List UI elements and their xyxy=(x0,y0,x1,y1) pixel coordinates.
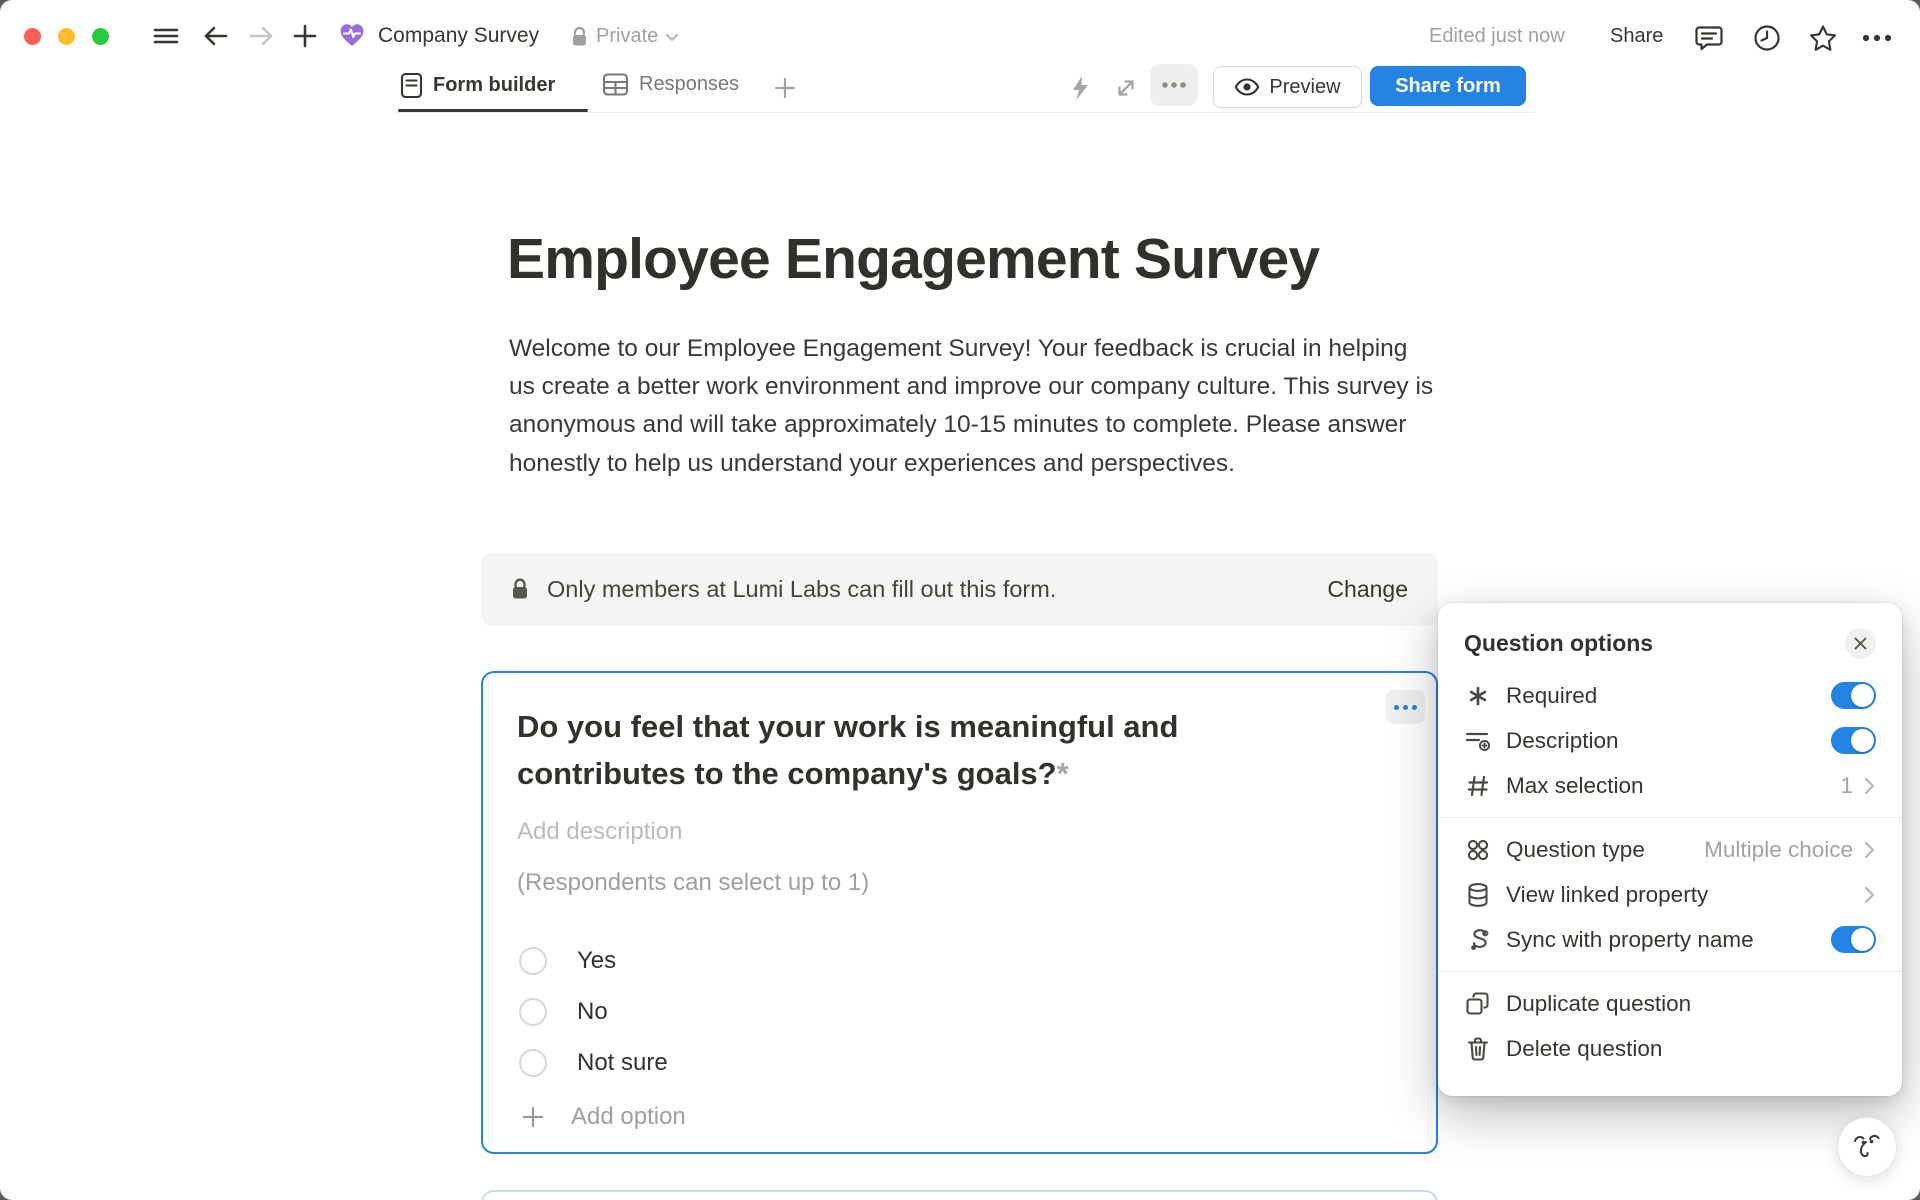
view-options-ellipsis-button[interactable] xyxy=(1150,64,1198,106)
close-icon[interactable] xyxy=(1845,628,1876,659)
question-options-ellipsis-button[interactable] xyxy=(1386,690,1425,724)
page-emoji-heart-pulse-icon xyxy=(338,21,366,54)
privacy-label: Private xyxy=(596,25,658,48)
radio-icon[interactable] xyxy=(519,998,547,1026)
required-toggle[interactable] xyxy=(1831,682,1876,709)
back-arrow-icon[interactable] xyxy=(202,23,230,49)
next-question-card-edge[interactable] xyxy=(481,1190,1438,1200)
question-card[interactable]: Do you feel that your work is meaningful… xyxy=(481,671,1438,1154)
edited-status: Edited just now xyxy=(1429,25,1565,48)
app-window: Company Survey Private Edited just now S… xyxy=(0,0,1920,1200)
active-tab-underline xyxy=(398,109,588,112)
add-option-button[interactable]: Add option xyxy=(521,1103,686,1131)
share-button[interactable]: Share xyxy=(1610,25,1663,48)
document-title[interactable]: Company Survey xyxy=(378,24,539,48)
history-clock-icon[interactable] xyxy=(1752,23,1782,53)
expand-arrows-icon[interactable] xyxy=(1112,74,1140,102)
tab-label: Form builder xyxy=(433,74,555,97)
menu-item-required[interactable]: Required xyxy=(1464,673,1876,718)
selection-limit-hint: (Respondents can select up to 1) xyxy=(517,869,869,897)
chevron-right-icon xyxy=(1863,840,1876,860)
menu-item-description[interactable]: Description xyxy=(1464,718,1876,763)
tab-form-builder[interactable]: Form builder xyxy=(400,72,555,99)
menu-divider xyxy=(1438,971,1902,972)
menu-item-sync-property-name[interactable]: Sync with property name xyxy=(1464,917,1876,962)
preview-label: Preview xyxy=(1269,76,1340,99)
option-row-yes[interactable]: Yes xyxy=(519,947,616,975)
forward-arrow-icon[interactable] xyxy=(247,23,275,49)
add-tab-icon[interactable] xyxy=(773,76,797,100)
lock-icon xyxy=(570,26,589,48)
question-options-menu: Question options Required Description xyxy=(1438,603,1902,1096)
chevron-down-icon xyxy=(665,32,679,42)
trash-icon xyxy=(1464,1035,1491,1062)
close-window-button[interactable] xyxy=(24,28,41,45)
change-access-button[interactable]: Change xyxy=(1327,576,1408,603)
notion-ai-button[interactable] xyxy=(1837,1117,1897,1177)
comments-icon[interactable] xyxy=(1694,23,1724,53)
menu-item-duplicate-question[interactable]: Duplicate question xyxy=(1464,981,1876,1026)
sync-icon xyxy=(1464,926,1491,953)
option-row-not-sure[interactable]: Not sure xyxy=(519,1049,668,1077)
description-icon xyxy=(1464,727,1491,754)
radio-icon[interactable] xyxy=(519,947,547,975)
menu-item-delete-question[interactable]: Delete question xyxy=(1464,1026,1876,1071)
share-form-button[interactable]: Share form xyxy=(1370,66,1526,106)
menu-item-view-linked-property[interactable]: View linked property xyxy=(1464,872,1876,917)
automations-lightning-icon[interactable] xyxy=(1068,74,1092,102)
option-row-no[interactable]: No xyxy=(519,998,608,1026)
duplicate-icon xyxy=(1464,990,1491,1017)
favorite-star-icon[interactable] xyxy=(1807,23,1839,53)
responses-table-icon xyxy=(602,72,629,97)
menu-item-max-selection[interactable]: Max selection 1 xyxy=(1464,763,1876,808)
database-icon xyxy=(1464,881,1491,908)
privacy-badge[interactable]: Private xyxy=(570,25,679,48)
asterisk-icon xyxy=(1464,682,1491,709)
ai-face-icon xyxy=(1851,1130,1883,1164)
preview-button[interactable]: Preview xyxy=(1213,66,1362,108)
zoom-window-button[interactable] xyxy=(92,28,109,45)
access-banner: Only members at Lumi Labs can fill out t… xyxy=(481,553,1438,626)
menu-item-question-type[interactable]: Question type Multiple choice xyxy=(1464,827,1876,872)
tab-responses[interactable]: Responses xyxy=(602,72,739,97)
question-title[interactable]: Do you feel that your work is meaningful… xyxy=(517,703,1327,797)
minimize-window-button[interactable] xyxy=(58,28,75,45)
hash-icon xyxy=(1464,772,1491,799)
form-description[interactable]: Welcome to our Employee Engagement Surve… xyxy=(509,330,1439,483)
sync-property-toggle[interactable] xyxy=(1831,926,1876,953)
menu-divider xyxy=(1438,817,1902,818)
chevron-right-icon xyxy=(1863,885,1876,905)
new-tab-icon[interactable] xyxy=(292,23,318,49)
required-asterisk: * xyxy=(1057,756,1069,791)
plus-icon xyxy=(521,1105,545,1129)
chevron-right-icon xyxy=(1863,776,1876,796)
menu-title: Question options xyxy=(1464,630,1845,657)
form-builder-icon xyxy=(400,72,423,99)
share-form-label: Share form xyxy=(1395,75,1501,98)
question-type-icon xyxy=(1464,836,1491,863)
add-description-placeholder[interactable]: Add description xyxy=(517,818,682,846)
sidebar-menu-icon[interactable] xyxy=(152,24,180,48)
eye-icon xyxy=(1234,77,1260,97)
more-options-icon[interactable] xyxy=(1860,28,1894,48)
tabbar-divider xyxy=(395,112,1535,113)
lock-icon xyxy=(511,578,529,601)
radio-icon[interactable] xyxy=(519,1049,547,1077)
description-toggle[interactable] xyxy=(1831,727,1876,754)
page-title[interactable]: Employee Engagement Survey xyxy=(507,226,1319,292)
access-banner-text: Only members at Lumi Labs can fill out t… xyxy=(547,576,1309,603)
tab-label: Responses xyxy=(639,73,739,96)
